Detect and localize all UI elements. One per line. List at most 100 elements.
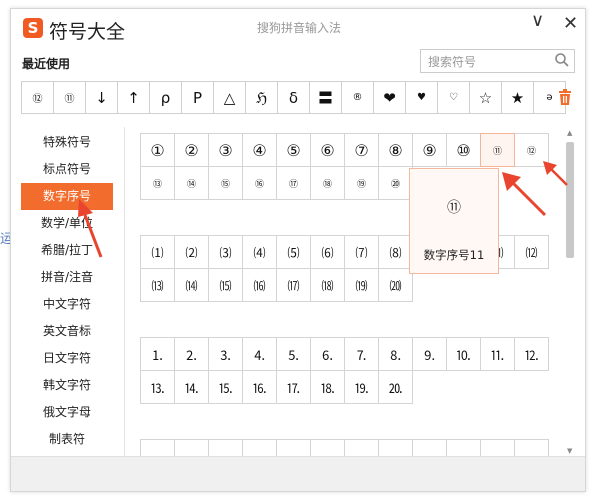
- trash-icon[interactable]: [558, 89, 572, 105]
- symbol-cell[interactable]: ⑳: [378, 166, 413, 200]
- symbol-cell[interactable]: ⑭: [174, 166, 209, 200]
- symbol-cell[interactable]: ⒊: [208, 337, 243, 371]
- symbol-cell[interactable]: ⒎: [344, 337, 379, 371]
- dialog-footer: [11, 456, 585, 491]
- symbol-cell[interactable]: ⑿: [514, 235, 549, 269]
- symbol-cell[interactable]: ⒛: [378, 370, 413, 404]
- recent-symbol-cell[interactable]: δ: [277, 81, 310, 114]
- symbol-cell[interactable]: ⒍: [310, 337, 345, 371]
- recent-label: 最近使用: [22, 57, 71, 71]
- symbol-cell[interactable]: ⒇: [378, 268, 413, 302]
- recent-symbol-cell[interactable]: ⑪: [53, 81, 86, 114]
- symbol-cell[interactable]: ⑩: [446, 133, 481, 167]
- sidebar-item[interactable]: 中文字符: [21, 291, 113, 318]
- annotation-arrow-icon: [543, 161, 568, 186]
- recent-symbol-cell[interactable]: ↑: [117, 81, 150, 114]
- symbol-cell[interactable]: ⑲: [344, 166, 379, 200]
- close-button[interactable]: ✕: [563, 13, 578, 34]
- symbol-cell[interactable]: ⑥: [310, 133, 345, 167]
- category-sidebar: 特殊符号 标点符号 数字序号 数学/单位 希腊/拉丁 拼音/注音 中文字符 英文音标 日文字符韩…: [21, 129, 113, 453]
- sidebar-item[interactable]: 特殊符号: [21, 129, 113, 156]
- recent-symbol-cell[interactable]: ♥: [405, 81, 438, 114]
- symbol-cell[interactable]: ⒑: [446, 337, 481, 371]
- recent-symbol-cell[interactable]: Ρ: [181, 81, 214, 114]
- window-subtitle: 搜狗拼音输入法: [257, 21, 342, 35]
- symbol-cell[interactable]: ⑵: [174, 235, 209, 269]
- symbol-dialog: S 符号大全 搜狗拼音输入法 ∨ ✕ 最近使用 ⑫⑪↓↑ρΡ△ℌδ〓®❤♥♡☆★…: [10, 8, 586, 492]
- recent-symbol-cell[interactable]: ℌ: [245, 81, 278, 114]
- symbol-cell[interactable]: ⑴: [140, 235, 175, 269]
- symbol-cell[interactable]: ⒂: [208, 268, 243, 302]
- symbol-cell[interactable]: ①: [140, 133, 175, 167]
- symbol-cell[interactable]: ⒀: [140, 268, 175, 302]
- tooltip-symbol: ⑪: [447, 200, 461, 216]
- sogou-logo-icon: S: [23, 18, 43, 38]
- symbol-cell[interactable]: ⑶: [208, 235, 243, 269]
- symbol-cell[interactable]: ⒌: [276, 337, 311, 371]
- search-input[interactable]: [426, 51, 555, 73]
- sidebar-item[interactable]: 日文字符: [21, 345, 113, 372]
- symbol-cell[interactable]: ⒉: [174, 337, 209, 371]
- symbol-cell[interactable]: ⒒: [480, 337, 515, 371]
- symbol-cell[interactable]: ⑸: [276, 235, 311, 269]
- symbol-cell[interactable]: ⒏: [378, 337, 413, 371]
- scroll-up-icon[interactable]: ▲: [567, 129, 572, 137]
- symbol-cell[interactable]: ⒓: [514, 337, 549, 371]
- symbol-cell[interactable]: ⑪: [480, 133, 515, 167]
- recent-symbol-cell[interactable]: ρ: [149, 81, 182, 114]
- symbol-cell[interactable]: ⒈: [140, 337, 175, 371]
- symbol-cell[interactable]: ⒆: [344, 268, 379, 302]
- recent-symbol-cell[interactable]: ♡: [437, 81, 470, 114]
- recent-symbol-cell[interactable]: ★: [501, 81, 534, 114]
- symbol-cell[interactable]: ③: [208, 133, 243, 167]
- symbol-cell[interactable]: ⑺: [344, 235, 379, 269]
- search-icon[interactable]: [554, 52, 570, 68]
- symbol-cell[interactable]: ⑹: [310, 235, 345, 269]
- symbol-cell[interactable]: ⑦: [344, 133, 379, 167]
- symbol-cell[interactable]: ⒙: [310, 370, 345, 404]
- minimize-button[interactable]: ∨: [531, 10, 544, 31]
- symbol-cell[interactable]: ⒗: [242, 370, 277, 404]
- symbol-cell[interactable]: ⑤: [276, 133, 311, 167]
- sidebar-item[interactable]: 韩文字符: [21, 372, 113, 399]
- symbol-cell[interactable]: ⑱: [310, 166, 345, 200]
- recent-symbol-cell[interactable]: ☆: [469, 81, 502, 114]
- search-field[interactable]: [420, 49, 575, 73]
- symbol-cell[interactable]: ⒃: [242, 268, 277, 302]
- scroll-down-icon[interactable]: ▼: [567, 447, 572, 455]
- symbol-cell[interactable]: ⒋: [242, 337, 277, 371]
- symbol-cell[interactable]: ⒐: [412, 337, 447, 371]
- symbol-cell[interactable]: ⒅: [310, 268, 345, 302]
- symbol-cell[interactable]: ⑮: [208, 166, 243, 200]
- sidebar-divider: [124, 127, 125, 463]
- symbol-cell[interactable]: ⒁: [174, 268, 209, 302]
- annotation-arrow-icon: [78, 199, 103, 258]
- symbol-cell[interactable]: ⑯: [242, 166, 277, 200]
- symbol-cell[interactable]: ⒖: [208, 370, 243, 404]
- symbol-cell[interactable]: ⑰: [276, 166, 311, 200]
- symbol-cell[interactable]: ②: [174, 133, 209, 167]
- symbol-cell[interactable]: ⒄: [276, 268, 311, 302]
- symbol-cell[interactable]: ⑷: [242, 235, 277, 269]
- symbol-cell[interactable]: ⑬: [140, 166, 175, 200]
- symbol-cell[interactable]: ⒚: [344, 370, 379, 404]
- recent-symbol-cell[interactable]: △: [213, 81, 246, 114]
- symbol-cell[interactable]: ④: [242, 133, 277, 167]
- symbol-cell[interactable]: ⑻: [378, 235, 413, 269]
- symbol-cell[interactable]: ⒔: [140, 370, 175, 404]
- symbol-cell[interactable]: ⒘: [276, 370, 311, 404]
- sidebar-item[interactable]: 标点符号: [21, 156, 113, 183]
- recent-symbol-cell[interactable]: ❤: [373, 81, 406, 114]
- symbol-cell[interactable]: ⑨: [412, 133, 447, 167]
- recent-symbol-cell[interactable]: ↓: [85, 81, 118, 114]
- sidebar-item[interactable]: 英文音标: [21, 318, 113, 345]
- recent-symbol-cell[interactable]: ®: [341, 81, 374, 114]
- sidebar-item[interactable]: 制表符: [21, 426, 113, 453]
- recent-symbol-cell[interactable]: ⑫: [21, 81, 54, 114]
- sidebar-item[interactable]: 拼音/注音: [21, 264, 113, 291]
- recent-symbol-cell[interactable]: 〓: [309, 81, 342, 114]
- symbol-cell[interactable]: ⑧: [378, 133, 413, 167]
- window-title: 符号大全: [49, 21, 126, 43]
- sidebar-item[interactable]: 俄文字母: [21, 399, 113, 426]
- symbol-cell[interactable]: ⒕: [174, 370, 209, 404]
